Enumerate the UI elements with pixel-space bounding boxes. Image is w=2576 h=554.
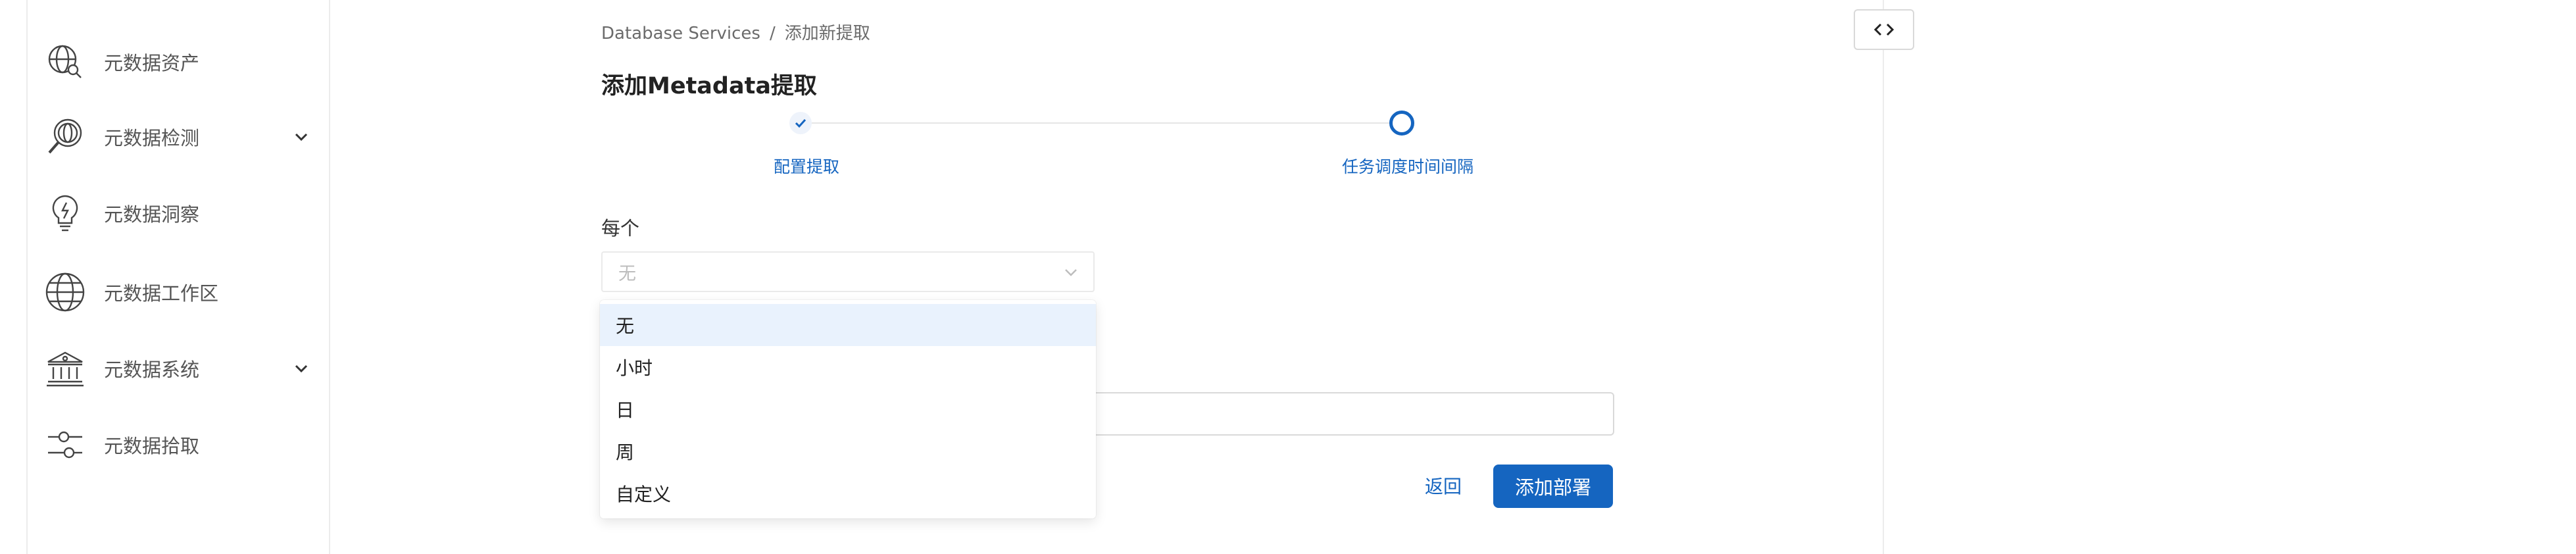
sidebar-item-label: 元数据检测 [104, 127, 200, 149]
sidebar-item-metadata-detection[interactable]: 元数据检测 [42, 111, 318, 163]
sidebar: 元数据资产 元数据检测 元数据洞察 元数据工作区 元数据系统 元数据拾取 [26, 0, 330, 554]
right-panel-divider [1883, 0, 1884, 554]
chevron-down-icon [1065, 269, 1077, 276]
bank-icon [42, 345, 88, 391]
add-deployment-button[interactable]: 添加部署 [1493, 465, 1613, 508]
breadcrumb-separator: / [769, 24, 776, 43]
sidebar-item-metadata-system[interactable]: 元数据系统 [42, 342, 318, 395]
dropdown-option-none[interactable]: 无 [600, 304, 1096, 346]
breadcrumb-item-database-services[interactable]: Database Services [601, 24, 760, 43]
dropdown-option-hour[interactable]: 小时 [600, 346, 1096, 388]
sidebar-item-metadata-workspace[interactable]: 元数据工作区 [42, 266, 318, 318]
code-icon [1873, 23, 1895, 36]
sidebar-item-metadata-assets[interactable]: 元数据资产 [42, 36, 318, 88]
globe-icon [42, 269, 88, 315]
schedule-text-input[interactable] [1095, 392, 1614, 436]
magnifier-globe-icon [42, 114, 88, 160]
sidebar-item-label: 元数据系统 [104, 359, 200, 381]
dropdown-option-week[interactable]: 周 [600, 430, 1096, 472]
sidebar-item-label: 元数据资产 [104, 52, 200, 74]
check-icon [795, 118, 806, 128]
schedule-frequency-dropdown: 无 小时 日 周 自定义 [600, 300, 1096, 518]
sliders-icon [42, 422, 88, 468]
stepper-connector [801, 122, 1401, 124]
sidebar-item-label: 元数据拾取 [104, 435, 200, 457]
step-2-active-indicator [1389, 111, 1414, 136]
sidebar-item-label: 元数据洞察 [104, 203, 200, 226]
breadcrumb: Database Services / 添加新提取 [601, 20, 870, 44]
step-1-completed-indicator [789, 112, 812, 134]
sidebar-item-metadata-ingestion[interactable]: 元数据拾取 [42, 418, 318, 471]
lightbulb-icon [42, 190, 88, 236]
schedule-frequency-select[interactable]: 无 [601, 251, 1095, 292]
step-1-label: 配置提取 [774, 157, 840, 176]
sidebar-item-label: 元数据工作区 [104, 282, 219, 305]
select-current-value: 无 [618, 263, 636, 284]
back-button[interactable]: 返回 [1417, 465, 1470, 507]
step-2-label: 任务调度时间间隔 [1342, 157, 1474, 176]
chevron-down-icon[interactable] [289, 125, 313, 149]
chevron-down-icon[interactable] [289, 357, 313, 380]
globe-search-icon [42, 39, 88, 85]
page-title: 添加Metadata提取 [601, 73, 817, 99]
code-view-toggle-button[interactable] [1854, 9, 1914, 50]
breadcrumb-item-current: 添加新提取 [784, 24, 870, 43]
sidebar-item-metadata-insights[interactable]: 元数据洞察 [42, 187, 318, 239]
dropdown-option-day[interactable]: 日 [600, 388, 1096, 430]
dropdown-option-custom[interactable]: 自定义 [600, 472, 1096, 515]
schedule-frequency-label: 每个 [601, 217, 640, 239]
